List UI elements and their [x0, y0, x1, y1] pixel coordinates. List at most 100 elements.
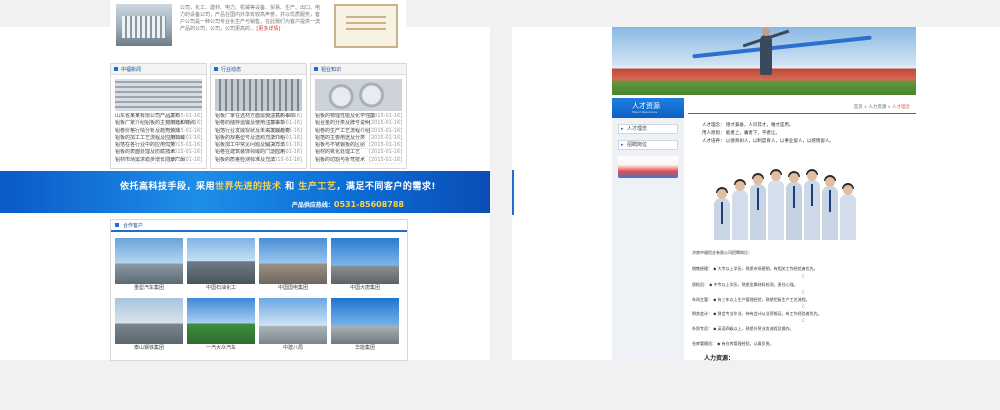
- job-posting: 车间主管： ◆ 有三年以上生产管理经验，熟悉铝板生产工艺流程。: [692, 297, 810, 302]
- sidebar-item-talent-concept[interactable]: 人才理念: [618, 124, 678, 134]
- client-item[interactable]: 中国国电集团: [259, 238, 327, 292]
- company-intro-text: 公司，化工、建材、电力、机械等设备、贸易、生产、出口、电力的设备公司，产品在国内…: [180, 5, 320, 33]
- news-thumbnail[interactable]: [215, 79, 302, 111]
- client-item[interactable]: 中国大唐集团: [331, 238, 399, 292]
- news-box-knowledge: 铝业知识 [2015-01-16] 铝板的物理性能及化学性能 [2015-01-1…: [310, 63, 407, 169]
- client-image[interactable]: [187, 298, 255, 344]
- banner-hotline: 产品供应热线：0531-85608788: [291, 200, 404, 209]
- intro-text: 公司，化工、建材、电力、机械等设备、贸易、生产、出口、电力的设备公司，产品在国内…: [180, 5, 321, 32]
- breadcrumb: 首页 » 人力资源 » 人才理念: [853, 105, 910, 110]
- news-row[interactable]: [2015-01-16] 铝箔在各行业中的应用优势: [115, 142, 202, 150]
- news-row[interactable]: [2015-01-16] 铝板的规格型号及选购方法介绍: [215, 135, 302, 143]
- team-member: [768, 169, 784, 240]
- news-row[interactable]: [2015-01-16] 铝板的物理性能及化学性能: [315, 113, 402, 121]
- employment-principle-line: 用人原则： 能者上，庸者下，平者让。: [702, 131, 780, 136]
- client-image[interactable]: [187, 238, 255, 284]
- news-row[interactable]: [2015-01-16] 铝板厂家在选材方面需要注意的事项: [215, 113, 302, 121]
- client-image[interactable]: [331, 238, 399, 284]
- talent-concept-line: 人才理念： 德才兼备，人尽其才，唯才是用。: [702, 123, 794, 128]
- news-row[interactable]: [2015-01-16] 铝板与不锈钢板的区别: [315, 142, 402, 150]
- client-caption[interactable]: 中建八局: [259, 344, 327, 352]
- resource-title: 人力资源：: [704, 355, 735, 362]
- job-posting: 销售经理： ◆ 大专以上学历，熟悉市场营销，有相关工作经验者优先。: [692, 266, 818, 271]
- news-row[interactable]: [2015-01-16] 铝板厂家介绍铝板的主要用途和特点: [115, 120, 202, 128]
- client-caption[interactable]: 华能集团: [331, 344, 399, 352]
- box-header: 行业动态: [211, 64, 306, 75]
- news-row[interactable]: [2015-01-16] 铝卷价格行情分析及趋势预测: [115, 128, 202, 135]
- team-member: [786, 171, 802, 240]
- news-row[interactable]: [2015-01-16] 铝板加工中常见问题及解决方法: [215, 142, 302, 150]
- client-item[interactable]: 华能集团: [331, 298, 399, 352]
- panel-divider: [512, 170, 514, 215]
- news-thumbnail[interactable]: [115, 79, 202, 111]
- client-caption[interactable]: 中国大唐集团: [331, 284, 399, 292]
- client-image[interactable]: [331, 298, 399, 344]
- client-item[interactable]: 泰山钢铁集团: [115, 298, 183, 352]
- bottom-gray-band: [0, 360, 1000, 410]
- client-image[interactable]: [259, 298, 327, 344]
- news-row[interactable]: [2015-01-16] 铝板的表面处理及防腐技术: [115, 149, 202, 157]
- job-posting: 财务会计： ◆ 财会专业毕业，持有会计从业资格证，有工作经验者优先。: [692, 311, 822, 316]
- talent-training-line: 人才培养： 以德育树人，以制度育人，以事业留人，以感情留人。: [702, 139, 834, 144]
- breadcrumb-current: 人才理念: [892, 105, 910, 110]
- team-member: [804, 169, 820, 240]
- team-member: [732, 179, 748, 240]
- client-caption[interactable]: 中国石油化工: [187, 284, 255, 292]
- client-image[interactable]: [259, 238, 327, 284]
- news-row[interactable]: [2015-01-16] 铝箔的主要用途及分类: [315, 135, 402, 143]
- hotline-number: 0531-85608788: [333, 200, 404, 209]
- team-member: [840, 183, 856, 240]
- news-row[interactable]: [2015-01-16] 铝板的质量检测标准及方法: [215, 157, 302, 165]
- certificate-image: [334, 4, 398, 48]
- content-top-rule: [688, 113, 916, 114]
- client-caption[interactable]: 泰山钢铁集团: [115, 344, 183, 352]
- box-header: 中福新闻: [111, 64, 206, 75]
- client-caption[interactable]: 一汽大众汽车: [187, 344, 255, 352]
- box-title[interactable]: 铝业知识: [321, 66, 341, 73]
- client-caption[interactable]: 重型汽车集团: [115, 284, 183, 292]
- news-row[interactable]: [2015-01-16] 铝卷的生产工艺流程介绍: [315, 128, 402, 135]
- news-box-industry: 行业动态 [2015-01-16] 铝板厂家在选材方面需要注意的事项 [2015-…: [210, 63, 307, 169]
- intro-more-link[interactable]: [更多详情]: [256, 26, 280, 32]
- news-row[interactable]: [2015-01-16] 铝材的氧化处理工艺: [315, 149, 402, 157]
- clients-title[interactable]: 合作客户: [123, 222, 143, 229]
- box-title[interactable]: 中福新闻: [121, 66, 141, 73]
- client-item[interactable]: 中建八局: [259, 298, 327, 352]
- breadcrumb-section[interactable]: 人力资源: [868, 105, 886, 110]
- client-image[interactable]: [115, 238, 183, 284]
- news-row[interactable]: [2015-01-16] 铝合金的分类及牌号说明: [315, 120, 402, 128]
- news-row[interactable]: [2015-01-16] 铝箔行业发展现状及未来发展趋势: [215, 128, 302, 135]
- news-boxes: 中福新闻 [2015-01-16] 山东省某某有限公司产品发布 [2015-01-…: [110, 63, 407, 169]
- box-header: 铝业知识: [311, 64, 406, 75]
- hero-banner-runner: [612, 27, 916, 95]
- company-building-image: [116, 4, 172, 46]
- news-row[interactable]: [2015-01-16] 山东省某某有限公司产品发布: [115, 113, 202, 121]
- finish-ribbon: [692, 35, 872, 59]
- breadcrumb-home[interactable]: 首页: [854, 105, 863, 110]
- slogan-banner: 依托高科技手段，采用世界先进的技术 和 生产工艺，满足不同客户的需求! 产品供应…: [0, 171, 490, 213]
- news-row[interactable]: [2015-01-16] 铝板的切割与折弯技术: [315, 157, 402, 165]
- job-posting: 外贸专员： ◆ 英语四级以上，熟悉外贸业务流程及操作。: [692, 326, 794, 331]
- news-row[interactable]: [2015-01-16] 铝卷在建筑装饰领域的广泛应用: [215, 149, 302, 157]
- company-intro-section: 公司，化工、建材、电力、机械等设备、贸易、生产、出口、电力的设备公司，产品在国内…: [110, 0, 406, 52]
- news-row[interactable]: [2015-01-16] 铝材市场需求稳步增长前景广阔: [115, 157, 202, 165]
- client-item[interactable]: 重型汽车集团: [115, 238, 183, 292]
- client-caption[interactable]: 中国国电集团: [259, 284, 327, 292]
- team-member: [822, 175, 838, 240]
- box-title[interactable]: 行业动态: [221, 66, 241, 73]
- sidebar-item-recruitment[interactable]: 招聘岗位: [618, 140, 678, 150]
- news-row[interactable]: [2015-01-16] 铝卷的储存运输及使用注意事项: [215, 120, 302, 128]
- sidebar: 人才资源 Talent Resources 人才理念 招聘岗位: [612, 98, 684, 360]
- job-posting: 质检员： ◆ 中专以上学历，熟悉金属材料检测，责任心强。: [692, 282, 798, 287]
- news-thumbnail[interactable]: [315, 79, 402, 111]
- banner-slogan: 依托高科技手段，采用世界先进的技术 和 生产工艺，满足不同客户的需求!: [120, 182, 436, 192]
- runner-figure: [760, 28, 772, 75]
- clients-header: 合作客户: [111, 220, 407, 232]
- client-image[interactable]: [115, 298, 183, 344]
- sidebar-promo-image[interactable]: [618, 156, 678, 178]
- clients-section: 合作客户 重型汽车集团 中国石油化工 中国国电集团 中国大唐集团 泰山钢铁集团 …: [110, 219, 408, 361]
- client-item[interactable]: 一汽大众汽车: [187, 298, 255, 352]
- client-item[interactable]: 中国石油化工: [187, 238, 255, 292]
- news-row[interactable]: [2015-01-16] 铝板的加工工艺流程及应用领域: [115, 135, 202, 143]
- sidebar-header: 人才资源 Talent Resources: [612, 98, 684, 118]
